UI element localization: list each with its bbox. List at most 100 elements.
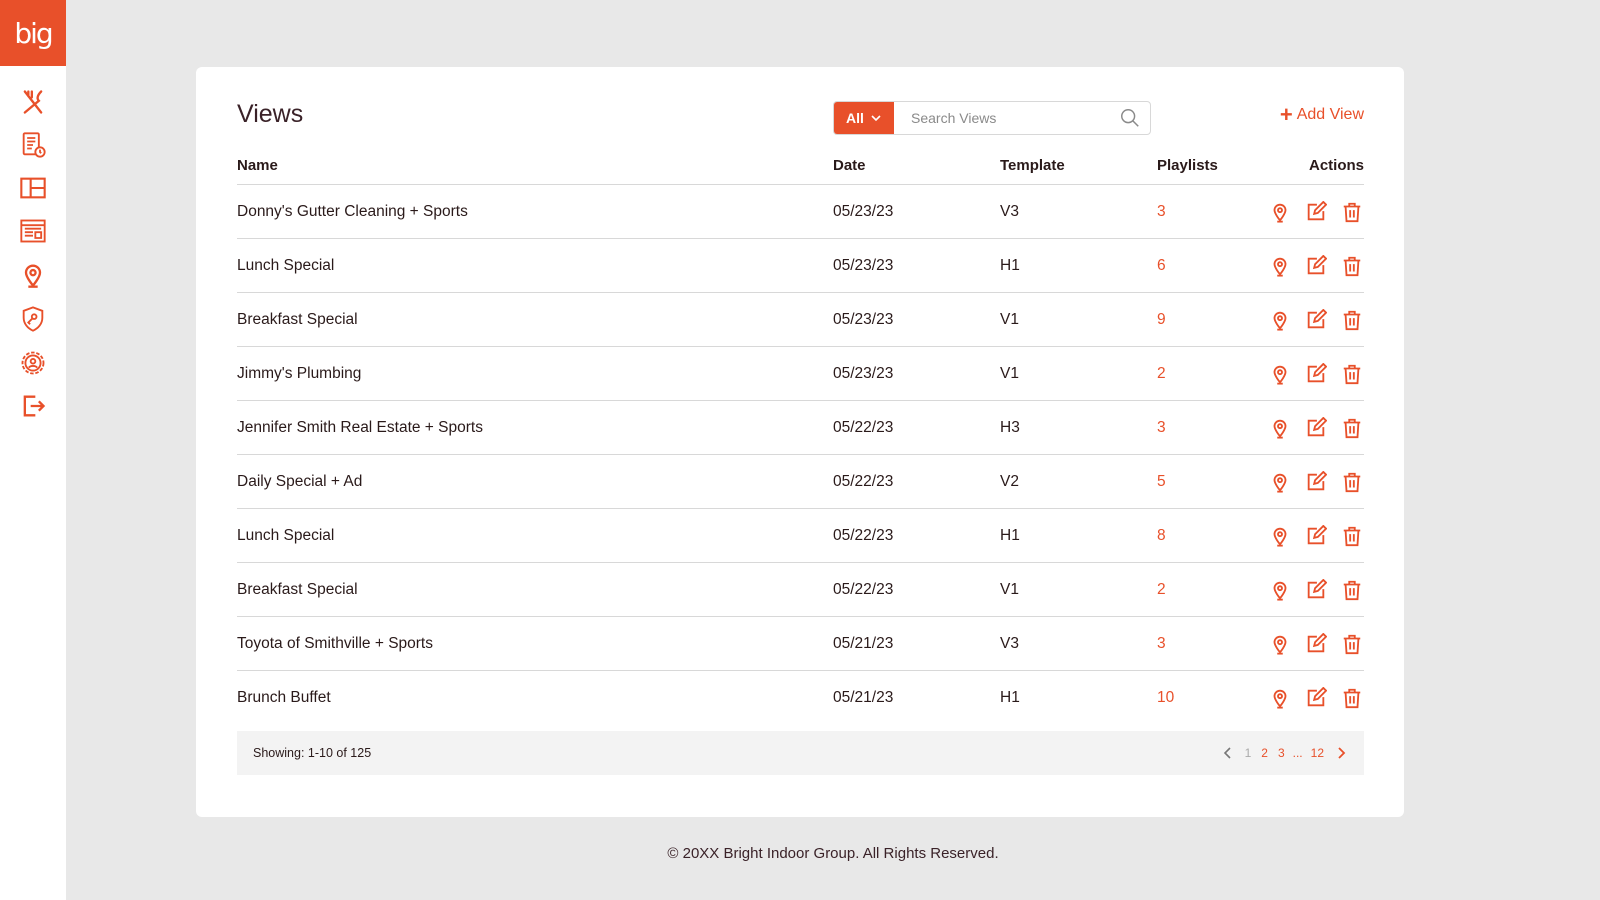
row-playlists-link[interactable]: 8 — [1157, 527, 1264, 545]
filter-dropdown[interactable]: All — [834, 102, 894, 134]
delete-button[interactable] — [1340, 470, 1364, 494]
edit-button[interactable] — [1304, 578, 1328, 602]
location-button[interactable] — [1268, 416, 1292, 440]
sidebar-item-menu[interactable] — [18, 87, 48, 117]
edit-button[interactable] — [1304, 362, 1328, 386]
add-view-label: Add View — [1296, 106, 1364, 123]
edit-icon — [1307, 200, 1327, 220]
prev-page-button[interactable] — [1219, 744, 1237, 762]
page-3[interactable]: 3 — [1276, 746, 1287, 760]
sidebar-item-schedule[interactable] — [18, 130, 48, 160]
location-button[interactable] — [1268, 308, 1292, 332]
trash-icon — [1343, 634, 1361, 654]
table-row: Daily Special + Ad 05/22/23 V2 5 — [237, 455, 1364, 509]
row-actions — [1264, 632, 1364, 656]
row-date: 05/21/23 — [833, 634, 894, 652]
delete-button[interactable] — [1340, 200, 1364, 224]
layout-icon — [20, 177, 46, 199]
sidebar-item-layouts[interactable] — [18, 173, 48, 203]
row-template: H1 — [1000, 526, 1020, 544]
row-template: H1 — [1000, 689, 1020, 706]
newspaper-icon — [20, 219, 46, 243]
edit-icon — [1307, 308, 1327, 328]
edit-button[interactable] — [1304, 308, 1328, 332]
sidebar: big — [0, 0, 66, 900]
row-date: 05/23/23 — [833, 202, 894, 220]
delete-button[interactable] — [1340, 524, 1364, 548]
delete-button[interactable] — [1340, 578, 1364, 602]
location-button[interactable] — [1268, 362, 1292, 386]
table-header: Name Date Template Playlists Actions — [237, 147, 1364, 185]
edit-button[interactable] — [1304, 200, 1328, 224]
sidebar-item-account[interactable] — [18, 348, 48, 378]
location-button[interactable] — [1268, 578, 1292, 602]
location-pin-icon — [1273, 473, 1287, 493]
row-playlists-link[interactable]: 3 — [1157, 635, 1264, 653]
delete-button[interactable] — [1340, 686, 1364, 710]
location-pin-icon — [1273, 203, 1287, 223]
row-template: V3 — [1000, 634, 1019, 652]
row-actions — [1264, 470, 1364, 494]
views-card: Views All + Add View Name Date Template … — [196, 67, 1404, 817]
row-template: H1 — [1000, 256, 1020, 274]
trash-icon — [1343, 688, 1361, 709]
location-button[interactable] — [1268, 524, 1292, 548]
location-button[interactable] — [1268, 254, 1292, 278]
sidebar-item-views[interactable] — [18, 216, 48, 246]
page-last[interactable]: 12 — [1309, 746, 1326, 760]
edit-button[interactable] — [1304, 416, 1328, 440]
next-page-button[interactable] — [1332, 744, 1350, 762]
location-button[interactable] — [1268, 470, 1292, 494]
sidebar-item-locations[interactable] — [18, 260, 48, 290]
row-template: H3 — [1000, 418, 1020, 436]
search-button[interactable] — [1110, 102, 1150, 134]
row-template: V1 — [1000, 364, 1019, 382]
row-name: Jimmy's Plumbing — [237, 364, 362, 382]
sidebar-item-security[interactable] — [18, 304, 48, 334]
trash-icon — [1343, 526, 1361, 546]
edit-button[interactable] — [1304, 524, 1328, 548]
column-header-template: Template — [1000, 157, 1065, 174]
trash-icon — [1343, 580, 1361, 600]
row-playlists-link[interactable]: 5 — [1157, 473, 1264, 491]
add-view-button[interactable]: + Add View — [1280, 104, 1364, 126]
edit-button[interactable] — [1304, 686, 1328, 710]
edit-icon — [1307, 416, 1327, 436]
location-button[interactable] — [1268, 632, 1292, 656]
table-row: Brunch Buffet 05/21/23 H1 10 — [237, 671, 1364, 725]
edit-button[interactable] — [1304, 632, 1328, 656]
row-name: Breakfast Special — [237, 580, 358, 598]
delete-button[interactable] — [1340, 416, 1364, 440]
search-input[interactable] — [894, 102, 1110, 134]
table-row: Lunch Special 05/22/23 H1 8 — [237, 509, 1364, 563]
sidebar-item-logout[interactable] — [18, 391, 48, 421]
copyright: © 20XX Bright Indoor Group. All Rights R… — [667, 845, 999, 862]
delete-button[interactable] — [1340, 362, 1364, 386]
row-playlists-link[interactable]: 6 — [1157, 257, 1264, 275]
row-actions — [1264, 686, 1364, 710]
row-playlists-link[interactable]: 10 — [1157, 689, 1264, 707]
location-button[interactable] — [1268, 686, 1292, 710]
edit-button[interactable] — [1304, 254, 1328, 278]
location-button[interactable] — [1268, 200, 1292, 224]
delete-button[interactable] — [1340, 632, 1364, 656]
delete-button[interactable] — [1340, 308, 1364, 332]
edit-button[interactable] — [1304, 470, 1328, 494]
row-playlists-link[interactable]: 3 — [1157, 419, 1264, 437]
row-playlists-link[interactable]: 2 — [1157, 581, 1264, 599]
row-date: 05/23/23 — [833, 256, 894, 274]
page-2[interactable]: 2 — [1259, 746, 1270, 760]
row-name: Jennifer Smith Real Estate + Sports — [237, 418, 483, 436]
row-name: Lunch Special — [237, 256, 335, 274]
delete-button[interactable] — [1340, 254, 1364, 278]
row-playlists-link[interactable]: 3 — [1157, 203, 1264, 221]
row-actions — [1264, 362, 1364, 386]
brand-logo[interactable]: big — [0, 0, 66, 66]
column-header-name: Name — [237, 157, 278, 174]
row-playlists-link[interactable]: 2 — [1157, 365, 1264, 383]
edit-icon — [1307, 524, 1327, 544]
page-1[interactable]: 1 — [1243, 746, 1254, 760]
row-playlists-link[interactable]: 9 — [1157, 311, 1264, 329]
trash-icon — [1343, 418, 1361, 438]
table-row: Jennifer Smith Real Estate + Sports 05/22… — [237, 401, 1364, 455]
